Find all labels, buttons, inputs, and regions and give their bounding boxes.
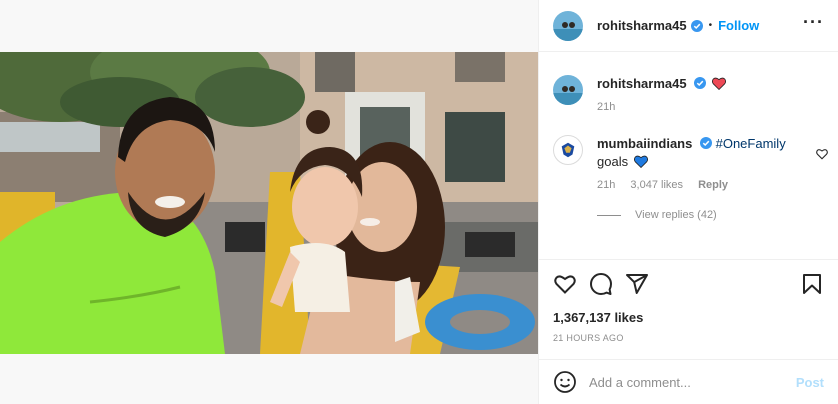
post-actions: 1,367,137 likes 21 HOURS AGO — [539, 259, 838, 343]
post-photo-illustration — [0, 52, 538, 354]
likes-count[interactable]: 1,367,137 likes — [553, 310, 824, 325]
caption-time: 21h — [597, 101, 616, 113]
like-heart-icon[interactable] — [553, 272, 577, 296]
view-replies-label: View replies (42) — [635, 209, 717, 221]
comment-bubble-icon[interactable] — [589, 272, 613, 296]
more-horizontal-icon[interactable]: ··· — [803, 13, 824, 35]
comment-composer: Post — [539, 359, 838, 404]
commenter-avatar[interactable] — [553, 135, 583, 165]
caption-row: rohitsharma45 21h — [553, 75, 824, 113]
comment-hashtag[interactable]: #OneFamily — [716, 136, 786, 151]
comment-likes[interactable]: 3,047 likes — [630, 179, 683, 191]
verified-badge-icon — [699, 137, 712, 149]
follow-button[interactable]: Follow — [718, 18, 759, 33]
comment-meta: 21h 3,047 likes Reply — [597, 179, 824, 191]
post-header: rohitsharma45 • Follow ··· — [539, 0, 838, 52]
comment-row: mumbaiindians #OneFamily goals 21h 3,047… — [553, 135, 824, 191]
emoji-icon[interactable] — [553, 370, 577, 394]
reply-button[interactable]: Reply — [698, 179, 728, 191]
comment-text: mumbaiindians #OneFamily goals — [597, 135, 824, 171]
share-paper-plane-icon[interactable] — [625, 272, 649, 296]
verified-badge-icon — [690, 19, 703, 32]
view-replies-button[interactable]: View replies (42) — [597, 209, 824, 221]
caption-author-avatar[interactable] — [553, 75, 583, 105]
caption-author[interactable]: rohitsharma45 — [597, 76, 687, 91]
add-comment-input[interactable] — [589, 374, 796, 390]
comment-time: 21h — [597, 179, 616, 191]
author-avatar[interactable] — [553, 10, 583, 41]
replies-divider — [597, 214, 621, 216]
post-photo[interactable] — [0, 52, 538, 354]
separator-dot: • — [708, 20, 713, 31]
save-bookmark-icon[interactable] — [800, 272, 824, 296]
post-side-panel: rohitsharma45 • Follow ··· rohitsharma45… — [538, 0, 838, 404]
verified-badge-icon — [694, 77, 707, 89]
red-heart-emoji-icon — [711, 77, 726, 91]
caption-meta: 21h — [597, 101, 726, 113]
author-username[interactable]: rohitsharma45 — [597, 18, 687, 33]
posted-time[interactable]: 21 HOURS AGO — [553, 333, 824, 343]
action-icons — [553, 260, 824, 308]
post-comment-button[interactable]: Post — [796, 375, 824, 390]
like-comment-heart-icon[interactable] — [816, 148, 828, 160]
comment-author[interactable]: mumbaiindians — [597, 136, 692, 151]
media-pane — [0, 0, 538, 404]
comment-body: goals — [597, 154, 629, 169]
caption-text: rohitsharma45 — [597, 75, 726, 93]
blue-heart-emoji-icon — [633, 155, 648, 169]
comments-list: rohitsharma45 21h mumbaiindians #OneFami… — [539, 53, 838, 258]
